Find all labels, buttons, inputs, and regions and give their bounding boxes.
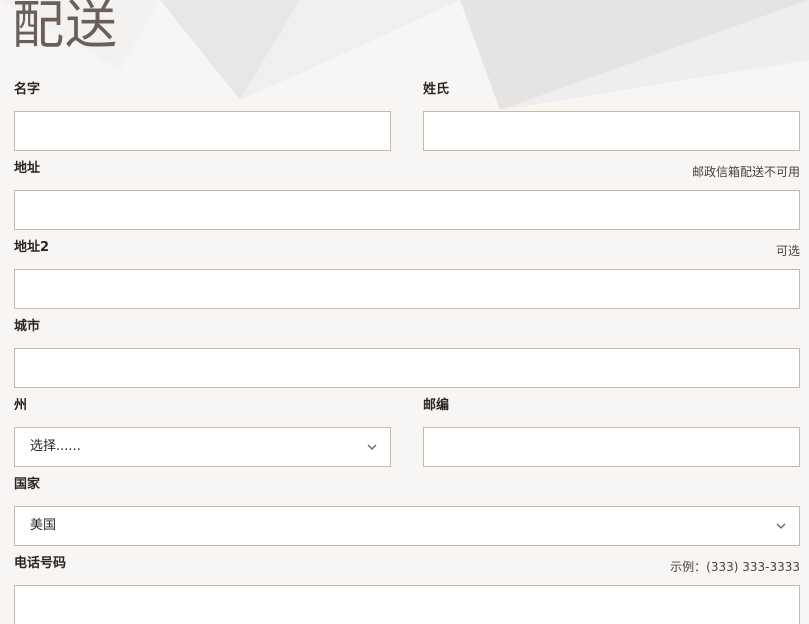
- address2-field[interactable]: [14, 269, 800, 309]
- country-label: 国家: [14, 477, 41, 492]
- address-label: 地址: [14, 161, 41, 176]
- last-name-label: 姓氏: [423, 82, 450, 97]
- state-select[interactable]: 选择......: [14, 427, 391, 467]
- address2-hint: 可选: [775, 244, 800, 258]
- phone-label: 电话号码: [14, 556, 67, 571]
- address-field[interactable]: [14, 190, 800, 230]
- chevron-down-icon: [367, 444, 377, 450]
- first-name-label: 名字: [14, 82, 41, 97]
- city-label: 城市: [14, 319, 41, 334]
- country-selected-value: 美国: [30, 518, 57, 533]
- state-selected-value: 选择......: [30, 439, 81, 454]
- last-name-field[interactable]: [423, 111, 800, 151]
- page-title: 配送: [12, 0, 119, 56]
- phone-field[interactable]: [14, 585, 800, 624]
- chevron-down-icon: [776, 523, 786, 529]
- address2-label: 地址2: [14, 240, 50, 255]
- phone-hint: 示例：(333) 333-3333: [670, 560, 800, 574]
- zip-label: 邮编: [423, 398, 450, 413]
- first-name-field[interactable]: [14, 111, 391, 151]
- country-select[interactable]: 美国: [14, 506, 800, 546]
- city-field[interactable]: [14, 348, 800, 388]
- address-hint: 邮政信箱配送不可用: [691, 165, 800, 179]
- state-label: 州: [14, 398, 28, 413]
- zip-field[interactable]: [423, 427, 800, 467]
